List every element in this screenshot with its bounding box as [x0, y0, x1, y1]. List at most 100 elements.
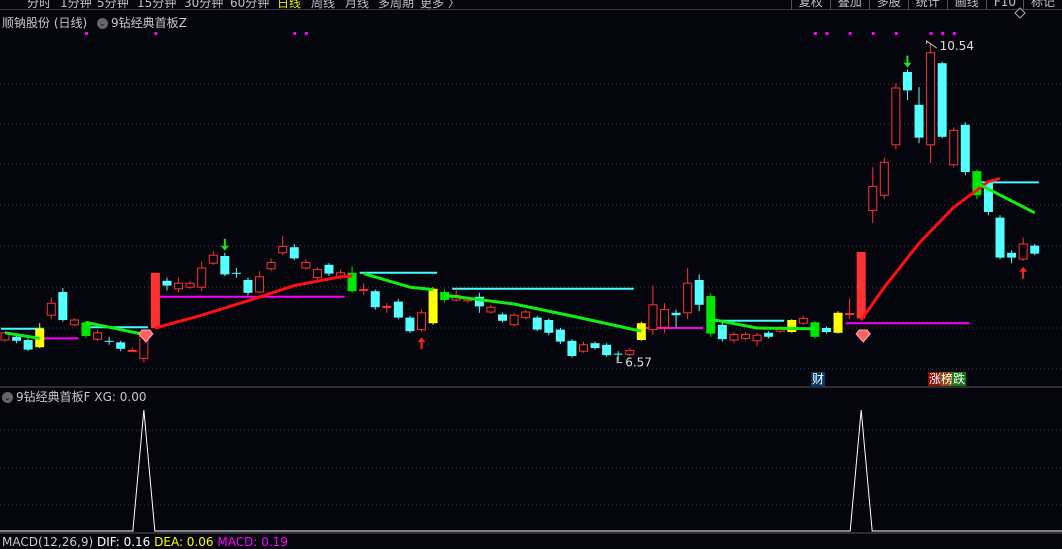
candle-up[interactable]	[278, 245, 288, 254]
candle-down[interactable]	[902, 72, 912, 91]
candle-down[interactable]	[58, 292, 68, 320]
candle-limit[interactable]	[150, 272, 160, 328]
candle-down[interactable]	[960, 124, 970, 172]
macd-name[interactable]: MACD(12,26,9)	[2, 535, 93, 549]
candle-down[interactable]	[555, 329, 565, 342]
candle-yellow[interactable]	[787, 320, 797, 332]
candle-up[interactable]	[359, 289, 369, 292]
candle-down[interactable]	[23, 340, 33, 350]
main-indicator-name[interactable]: 9钻经典首板Z	[111, 16, 187, 30]
candle-up[interactable]	[46, 302, 56, 316]
candle-down[interactable]	[937, 63, 947, 137]
candle-down[interactable]	[393, 301, 403, 318]
candle-up[interactable]	[879, 161, 889, 196]
candle-down[interactable]	[567, 340, 577, 356]
candle-up[interactable]	[197, 267, 207, 288]
candle-up[interactable]	[926, 52, 936, 146]
candle-up[interactable]	[949, 129, 959, 166]
buy-arrow-icon	[1019, 266, 1028, 279]
candle-up[interactable]	[579, 344, 588, 352]
candle-up[interactable]	[312, 269, 322, 279]
candle-up[interactable]	[625, 349, 635, 355]
candle-up[interactable]	[683, 282, 693, 314]
candle-up[interactable]	[1018, 243, 1028, 260]
xg-signal-line	[0, 409, 1062, 532]
candle-down[interactable]	[104, 340, 114, 342]
layout-diamond-icon[interactable]	[1014, 7, 1026, 19]
candle-down[interactable]	[324, 264, 334, 274]
candle-limit[interactable]	[856, 252, 866, 319]
candle-down[interactable]	[717, 324, 727, 340]
candle-down[interactable]	[498, 314, 508, 321]
drop-tag[interactable]: 跌	[952, 372, 967, 386]
candle-down[interactable]	[1007, 252, 1017, 258]
candle-up[interactable]	[845, 313, 855, 316]
candle-down[interactable]	[764, 332, 774, 337]
candle-down[interactable]	[544, 320, 554, 333]
candle-down[interactable]	[602, 344, 612, 356]
candle-down[interactable]	[370, 291, 380, 308]
candle-down[interactable]	[231, 272, 241, 274]
candle-up[interactable]	[486, 306, 496, 313]
candle-down[interactable]	[220, 256, 230, 275]
candle-up[interactable]	[798, 317, 808, 324]
candle-down[interactable]	[995, 217, 1005, 258]
candle-up[interactable]	[69, 319, 79, 326]
xg-value: 0.00	[119, 390, 147, 404]
candle-up[interactable]	[521, 311, 531, 319]
candle-up[interactable]	[868, 185, 878, 211]
signal-dot	[894, 32, 898, 35]
candle-up[interactable]	[93, 332, 103, 340]
ma-line-down	[4, 331, 40, 340]
candle-down[interactable]	[162, 280, 172, 286]
macd-legend: MACD(12,26,9) DIF: 0.16 DEA: 0.06 MACD: …	[2, 535, 288, 549]
candle-up[interactable]	[174, 282, 184, 290]
candle-down[interactable]	[532, 317, 542, 330]
candle-down[interactable]	[289, 247, 299, 259]
candle-down[interactable]	[405, 317, 415, 332]
candle-down[interactable]	[590, 343, 600, 348]
candle-up[interactable]	[382, 305, 392, 308]
finance-tag[interactable]: 财	[811, 372, 826, 386]
candle-down[interactable]	[914, 104, 924, 138]
candle-up[interactable]	[752, 334, 762, 342]
sell-arrow-icon	[220, 238, 229, 251]
candle-up[interactable]	[740, 333, 750, 339]
candle-down[interactable]	[613, 353, 623, 355]
candle-up[interactable]	[417, 312, 427, 331]
sell-arrow-icon	[903, 55, 912, 68]
candle-up[interactable]	[266, 261, 276, 270]
stock-name: 顺钠股份 (日线)	[2, 16, 88, 30]
candle-up[interactable]	[729, 333, 739, 341]
macd-dif: DIF: 0.16	[96, 535, 151, 549]
candle-up[interactable]	[301, 261, 311, 269]
candle-up[interactable]	[648, 304, 658, 331]
main-chart-title: 顺钠股份 (日线) ⌄ 9钻经典首板Z	[2, 14, 187, 31]
candle-down[interactable]	[671, 312, 681, 316]
ma-line-down	[444, 293, 642, 333]
candle-down[interactable]	[12, 336, 22, 341]
candle-up[interactable]	[208, 254, 218, 264]
candle-down[interactable]	[116, 342, 126, 349]
candle-green[interactable]	[706, 296, 716, 334]
high-pointer	[926, 40, 937, 49]
sub-chart-title: ⌄ 9钻经典首板F XG: 0.00	[2, 388, 146, 405]
candle-up[interactable]	[255, 276, 265, 293]
candle-yellow[interactable]	[833, 312, 843, 333]
candle-up[interactable]	[509, 314, 519, 326]
candle-yellow[interactable]	[428, 288, 438, 324]
candle-up[interactable]	[659, 309, 669, 328]
ma-line-down	[363, 272, 434, 292]
candle-down[interactable]	[694, 280, 704, 305]
candle-down[interactable]	[1030, 245, 1040, 254]
candle-up[interactable]	[891, 87, 901, 146]
sub-indicator-name[interactable]: 9钻经典首板F	[16, 390, 91, 404]
candle-up[interactable]	[185, 282, 195, 288]
candle-up[interactable]	[127, 349, 137, 352]
signal-dot	[929, 32, 933, 35]
kline-chart[interactable]: 10.54 6.57	[0, 0, 1062, 541]
candle-down[interactable]	[821, 328, 831, 332]
candle-down[interactable]	[243, 280, 253, 293]
indicator-menu-icon[interactable]: ⌄	[97, 18, 109, 29]
indicator-menu-icon[interactable]: ⌄	[2, 392, 13, 403]
